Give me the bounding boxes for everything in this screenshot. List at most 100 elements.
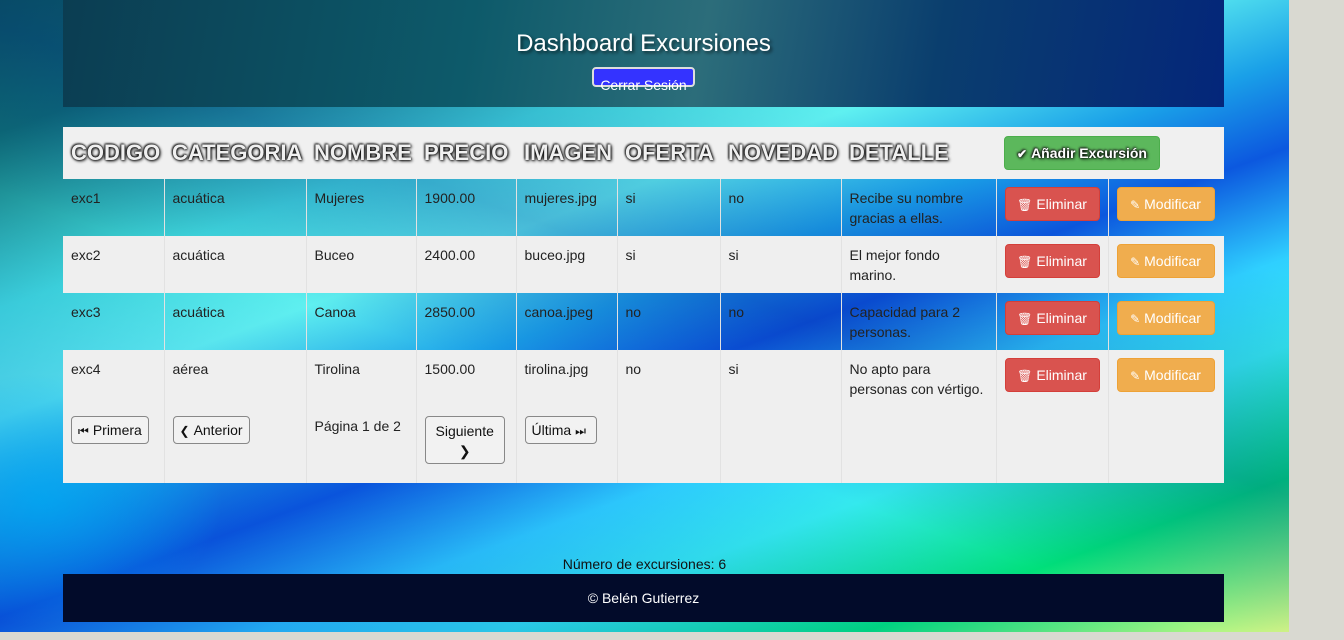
cell-precio: 1900.00 bbox=[416, 179, 517, 236]
modify-cell: ✎ Modificar bbox=[1108, 350, 1225, 407]
modify-button[interactable]: ✎ Modificar bbox=[1116, 358, 1215, 392]
modify-label: Modificar bbox=[1144, 310, 1201, 326]
next-page-button[interactable]: Siguiente ❯ bbox=[424, 416, 505, 464]
check-icon: ✔ bbox=[1017, 147, 1028, 161]
delete-label: Eliminar bbox=[1036, 196, 1087, 212]
delete-cell: 🗑 Eliminar bbox=[996, 293, 1109, 350]
cell-detalle: No apto para personas con vértigo. bbox=[841, 350, 997, 407]
step-forward-icon: ⏭ bbox=[575, 424, 586, 438]
add-excursion-button[interactable]: ✔ Añadir Excursión bbox=[1004, 136, 1160, 170]
cell-categoria: acuática bbox=[164, 293, 307, 350]
modify-label: Modificar bbox=[1144, 367, 1201, 383]
delete-cell: 🗑 Eliminar bbox=[996, 350, 1109, 407]
chevron-right-icon: ❯ bbox=[458, 443, 471, 459]
last-page-button[interactable]: Última ⏭ bbox=[524, 416, 597, 444]
pager-empty-cell bbox=[720, 407, 842, 483]
pager-empty-cell bbox=[841, 407, 997, 483]
first-page-label: Primera bbox=[92, 422, 142, 438]
column-header-imagen: IMAGEN bbox=[524, 140, 612, 165]
trash-icon: 🗑 bbox=[1017, 369, 1033, 383]
cell-codigo: exc4 bbox=[63, 350, 165, 407]
footer-text: © Belén Gutierrez bbox=[587, 590, 700, 606]
trash-icon: 🗑 bbox=[1017, 255, 1033, 269]
table-row: exc2 acuática Buceo 2400.00 buceo.jpg si si El … bbox=[63, 236, 1225, 293]
first-page-button[interactable]: ⏮ Primera bbox=[71, 416, 149, 444]
trash-icon: 🗑 bbox=[1017, 312, 1033, 326]
delete-button[interactable]: 🗑 Eliminar bbox=[1004, 358, 1100, 392]
cell-oferta: si bbox=[617, 179, 721, 236]
pager-empty-cell bbox=[1108, 407, 1225, 483]
pager-prev-cell: ❮ Anterior bbox=[164, 407, 307, 483]
cell-detalle: El mejor fondo marino. bbox=[841, 236, 997, 293]
delete-cell: 🗑 Eliminar bbox=[996, 179, 1109, 236]
cell-detalle: Capacidad para 2 personas. bbox=[841, 293, 997, 350]
pager-last-cell: Última ⏭ bbox=[516, 407, 618, 483]
table-header-row: CODIGO CATEGORIA NOMBRE PRECIO IMAGEN OF… bbox=[63, 127, 1225, 179]
cell-categoria: acuática bbox=[164, 236, 307, 293]
modify-label: Modificar bbox=[1144, 196, 1201, 212]
table-row: exc1 acuática Mujeres 1900.00 mujeres.jpg si n… bbox=[63, 179, 1224, 236]
delete-button[interactable]: 🗑 Eliminar bbox=[1004, 244, 1100, 278]
delete-label: Eliminar bbox=[1036, 367, 1087, 383]
modify-button[interactable]: ✎ Modificar bbox=[1116, 187, 1215, 221]
pager-first-cell: ⏮ Primera bbox=[63, 407, 165, 483]
pencil-icon: ✎ bbox=[1130, 369, 1141, 383]
column-header-codigo: CODIGO bbox=[71, 140, 161, 165]
pencil-icon: ✎ bbox=[1130, 198, 1141, 212]
cell-precio: 2400.00 bbox=[416, 236, 517, 293]
cell-imagen: tirolina.jpg bbox=[516, 350, 618, 407]
column-header-oferta: OFERTA bbox=[625, 140, 714, 165]
pagination-row: ⏮ Primera ❮ Anterior Página 1 de 2 Siguiente ❯… bbox=[63, 407, 1225, 483]
chevron-left-icon: ❮ bbox=[179, 424, 190, 438]
cell-nombre: Mujeres bbox=[306, 179, 417, 236]
modify-cell: ✎ Modificar bbox=[1108, 293, 1224, 350]
cell-novedad: si bbox=[720, 350, 842, 407]
cell-precio: 2850.00 bbox=[416, 293, 517, 350]
add-cell: ✔ Añadir Excursión bbox=[996, 127, 1224, 179]
cell-detalle: Recibe su nombre gracias a ellas. bbox=[841, 179, 997, 236]
previous-page-button[interactable]: ❮ Anterior bbox=[172, 416, 250, 444]
cell-oferta: no bbox=[617, 350, 721, 407]
column-header-novedad: NOVEDAD bbox=[728, 140, 839, 165]
pencil-icon: ✎ bbox=[1130, 312, 1141, 326]
modify-button[interactable]: ✎ Modificar bbox=[1116, 301, 1215, 335]
cell-precio: 1500.00 bbox=[416, 350, 517, 407]
cell-imagen: buceo.jpg bbox=[516, 236, 618, 293]
logout-button[interactable]: Cerrar Sesión bbox=[592, 67, 695, 93]
cell-codigo: exc1 bbox=[63, 179, 165, 236]
cell-novedad: no bbox=[720, 179, 842, 236]
cell-codigo: exc3 bbox=[63, 293, 165, 350]
excursions-table: CODIGO CATEGORIA NOMBRE PRECIO IMAGEN OF… bbox=[63, 127, 1225, 483]
excursion-count: Número de excursiones: 6 bbox=[562, 556, 727, 572]
delete-label: Eliminar bbox=[1036, 253, 1087, 269]
modify-button[interactable]: ✎ Modificar bbox=[1116, 244, 1215, 278]
cell-novedad: si bbox=[720, 236, 842, 293]
previous-page-label: Anterior bbox=[193, 422, 243, 438]
delete-button[interactable]: 🗑 Eliminar bbox=[1004, 301, 1100, 335]
cell-oferta: si bbox=[617, 236, 721, 293]
modify-label: Modificar bbox=[1144, 253, 1201, 269]
trash-icon: 🗑 bbox=[1017, 198, 1033, 212]
pager-empty-cell bbox=[617, 407, 721, 483]
table-row: exc4 aérea Tirolina 1500.00 tirolina.jpg no si… bbox=[63, 350, 1225, 407]
delete-button[interactable]: 🗑 Eliminar bbox=[1004, 187, 1100, 221]
add-excursion-label: Añadir Excursión bbox=[1031, 145, 1147, 161]
column-header-nombre: NOMBRE bbox=[314, 140, 412, 165]
next-page-label: Siguiente bbox=[435, 423, 494, 439]
cell-nombre: Buceo bbox=[306, 236, 417, 293]
step-backward-icon: ⏮ bbox=[78, 424, 89, 438]
column-header-detalle: DETALLE bbox=[849, 140, 949, 165]
cell-nombre: Tirolina bbox=[306, 350, 417, 407]
pager-empty-cell bbox=[996, 407, 1109, 483]
pencil-icon: ✎ bbox=[1130, 255, 1141, 269]
delete-label: Eliminar bbox=[1036, 310, 1087, 326]
cell-codigo: exc2 bbox=[63, 236, 165, 293]
cell-novedad: no bbox=[720, 293, 842, 350]
delete-cell: 🗑 Eliminar bbox=[996, 236, 1109, 293]
cell-oferta: no bbox=[617, 293, 721, 350]
last-page-label: Última bbox=[531, 422, 572, 438]
cell-nombre: Canoa bbox=[306, 293, 417, 350]
pager-next-cell: Siguiente ❯ bbox=[416, 407, 517, 483]
cell-imagen: canoa.jpeg bbox=[516, 293, 618, 350]
modify-cell: ✎ Modificar bbox=[1108, 236, 1225, 293]
